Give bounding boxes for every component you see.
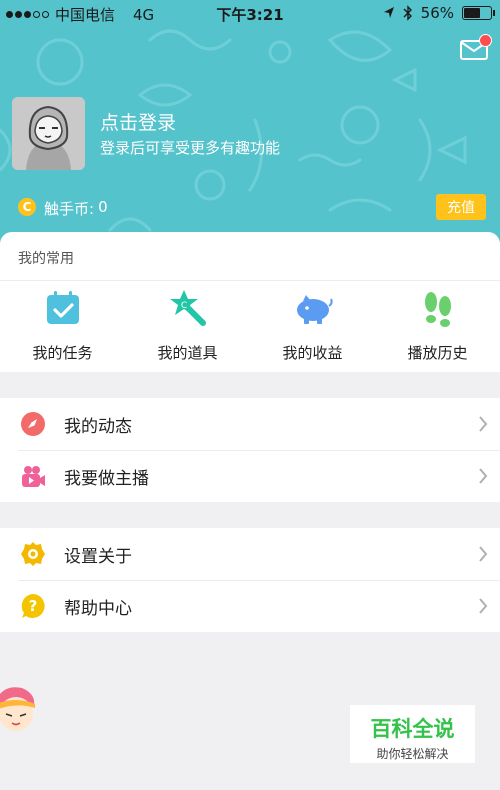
shortcut-label: 播放历史 (407, 344, 468, 362)
bluetooth-icon (403, 5, 412, 21)
menu-label: 我的动态 (64, 417, 132, 437)
footprints-icon (424, 292, 451, 327)
menu-item-settings[interactable]: 设置关于 (0, 528, 500, 580)
settings-gear-icon (21, 542, 45, 566)
shortcut-my-tasks[interactable]: 我的任务 (0, 288, 125, 363)
menu-label: 我要做主播 (64, 469, 149, 489)
coin-value: 0 (98, 198, 108, 216)
svg-text:C: C (180, 301, 186, 311)
menu-group-settings: 设置关于 ? 帮助中心 (0, 528, 500, 632)
watermark-subtitle: 助你轻松解决 (376, 747, 449, 761)
menu-item-become-streamer[interactable]: 我要做主播 (0, 450, 500, 502)
menu-label: 帮助中心 (64, 599, 132, 619)
svg-text:?: ? (29, 597, 38, 615)
coin-icon: C (18, 198, 36, 216)
help-icon: ? (21, 594, 45, 618)
battery-icon (462, 6, 495, 20)
shortcut-label: 我的任务 (32, 344, 93, 362)
status-bar: 中国电信 4G 下午3:21 56% (0, 0, 500, 26)
recharge-button[interactable]: 充值 (436, 194, 486, 220)
chevron-right-icon (479, 546, 488, 562)
menu-item-help-center[interactable]: ? 帮助中心 (0, 580, 500, 632)
messages-button[interactable] (459, 34, 492, 62)
battery-percent: 56% (420, 4, 454, 22)
favorites-card: 我的常用 我的任务 C 我的道具 我的收益 播放历史 (0, 232, 500, 372)
magic-wand-icon: C (169, 290, 206, 326)
shortcut-label: 我的道具 (157, 344, 218, 362)
avatar[interactable] (12, 97, 85, 170)
mascot-floating-button[interactable] (0, 682, 38, 734)
profile-header: 中国电信 4G 下午3:21 56% 点击登录 登录后可享受更多有趣功能 C 触… (0, 0, 500, 250)
chevron-right-icon (479, 468, 488, 484)
location-arrow-icon (383, 7, 394, 18)
login-subtitle: 登录后可享受更多有趣功能 (100, 139, 281, 157)
compass-icon (21, 412, 45, 436)
menu-item-my-activity[interactable]: 我的动态 (0, 398, 500, 450)
watermark-title: 百科全说 (370, 717, 455, 741)
watermark: 百科全说 助你轻松解决 (350, 705, 475, 763)
default-avatar-icon (12, 97, 85, 170)
shortcut-my-props[interactable]: C 我的道具 (125, 288, 250, 363)
shortcut-play-history[interactable]: 播放历史 (375, 288, 500, 363)
favorites-title: 我的常用 (18, 251, 74, 267)
coin-balance: 触手币: 0 (44, 198, 108, 219)
video-camera-icon (22, 466, 45, 487)
login-title[interactable]: 点击登录 (100, 108, 176, 135)
shortcut-label: 我的收益 (282, 344, 343, 362)
calendar-check-icon (46, 291, 79, 324)
piggy-bank-icon (296, 295, 333, 324)
divider (0, 280, 500, 281)
chevron-right-icon (479, 598, 488, 614)
chevron-right-icon (479, 416, 488, 432)
menu-group-activity: 我的动态 我要做主播 (0, 398, 500, 502)
coin-label: 触手币: (44, 200, 95, 218)
menu-label: 设置关于 (64, 547, 132, 567)
unread-badge (479, 34, 492, 47)
shortcut-my-earnings[interactable]: 我的收益 (250, 288, 375, 363)
